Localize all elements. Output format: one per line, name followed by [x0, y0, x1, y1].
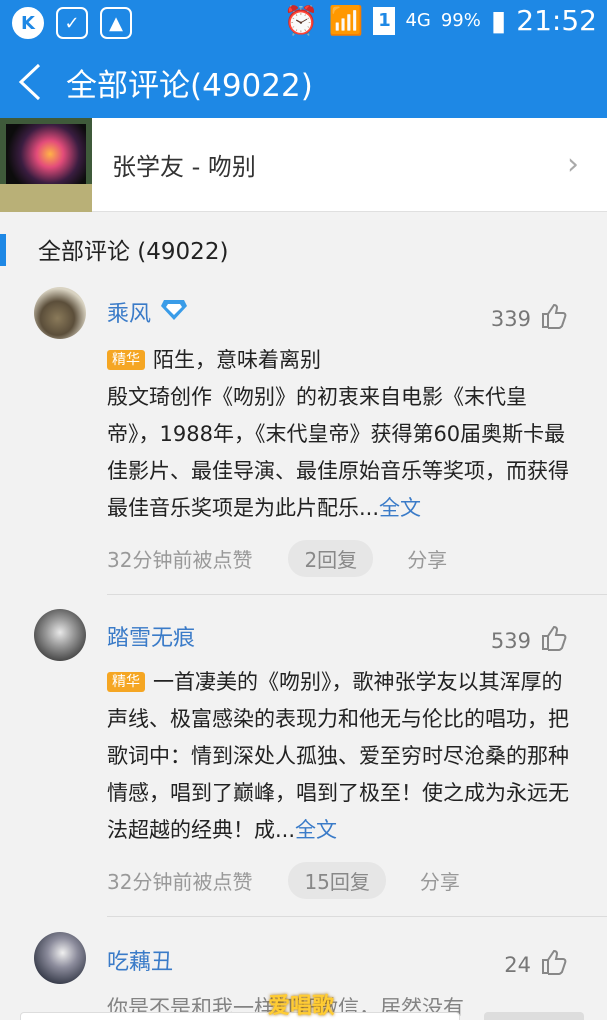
thumbs-up-icon — [539, 302, 567, 335]
username[interactable]: 吃藕丑 — [107, 944, 173, 976]
avatar[interactable] — [34, 609, 86, 661]
expand-full-text-link[interactable]: 全文 — [379, 496, 421, 520]
comment-body: 精华 一首凄美的《吻别》，歌神张学友以其浑厚的声线、极富感染的表现力和他无与伦比的… — [107, 664, 577, 849]
alarm-icon: ⏰ — [283, 4, 319, 37]
send-button[interactable] — [484, 1012, 584, 1020]
app-k-icon: K — [12, 7, 44, 39]
chevron-right-icon: › — [567, 147, 579, 182]
reply-button[interactable]: 2回复 — [288, 540, 374, 577]
shield-check-icon: ✓ — [56, 7, 88, 39]
page-title: 全部评论(49022) — [66, 67, 313, 104]
section-header: 全部评论 (49022) — [0, 212, 607, 282]
status-bar: K ✓ ▲ ⏰ 📶 1 4G 99% ▮ 21:52 — [0, 0, 607, 46]
back-arrow-icon[interactable] — [0, 46, 60, 118]
featured-badge: 精华 — [107, 672, 145, 692]
like-time: 32分钟前被点赞 — [107, 870, 253, 894]
username[interactable]: 踏雪无痕 — [107, 620, 195, 652]
expand-full-text-link[interactable]: 全文 — [295, 818, 337, 842]
image-icon: ▲ — [100, 7, 132, 39]
verified-diamond-icon — [160, 298, 188, 322]
avatar[interactable] — [34, 932, 86, 984]
like-button[interactable]: 339 — [491, 302, 567, 335]
like-button[interactable]: 24 — [504, 948, 567, 981]
reply-button[interactable]: 15回复 — [288, 862, 386, 899]
comment-meta: 32分钟前被点赞 15回复 分享 — [107, 862, 460, 899]
wifi-icon: 📶 — [328, 4, 364, 37]
app-header: 全部评论(49022) — [0, 46, 607, 118]
share-button[interactable]: 分享 — [420, 866, 460, 895]
thumbs-up-icon — [539, 948, 567, 981]
like-count: 339 — [490, 306, 531, 331]
section-title: 全部评论 (49022) — [38, 239, 229, 265]
comment-input[interactable] — [20, 1012, 460, 1020]
section-accent-bar — [0, 234, 6, 266]
divider — [107, 594, 607, 595]
divider — [107, 916, 607, 917]
comment-text: 一首凄美的《吻别》，歌神张学友以其浑厚的声线、极富感染的表现力和他无与伦比的唱功… — [107, 670, 569, 842]
comment-text: 殷文琦创作《吻别》的初衷来自电影《末代皇帝》，1988年，《末代皇帝》获得第60… — [107, 385, 569, 520]
featured-badge: 精华 — [107, 350, 145, 370]
like-count: 24 — [504, 952, 531, 977]
network-type: 4G — [405, 10, 431, 31]
clock: 21:52 — [516, 4, 597, 37]
sim-indicator: 1 — [373, 6, 396, 35]
like-button[interactable]: 539 — [491, 624, 567, 657]
album-cover — [0, 117, 92, 212]
comment-meta: 32分钟前被点赞 2回复 分享 — [107, 540, 447, 577]
comment-body: 精华 陌生，意味着离别 殷文琦创作《吻别》的初衷来自电影《末代皇帝》，1988年，… — [107, 342, 577, 527]
battery-icon: ▮ — [490, 4, 507, 37]
song-row[interactable]: 张学友 - 吻别 › — [0, 117, 607, 212]
like-time: 32分钟前被点赞 — [107, 548, 253, 572]
watermark: 爱唱歌 — [268, 994, 335, 1019]
avatar[interactable] — [34, 287, 86, 339]
share-button[interactable]: 分享 — [407, 544, 447, 573]
battery-level: 99% — [440, 10, 481, 31]
like-count: 539 — [490, 628, 531, 653]
username[interactable]: 乘风 — [107, 296, 151, 328]
song-title: 张学友 - 吻别 — [112, 153, 256, 181]
thumbs-up-icon — [539, 624, 567, 657]
comment-headline: 陌生，意味着离别 — [153, 348, 321, 372]
